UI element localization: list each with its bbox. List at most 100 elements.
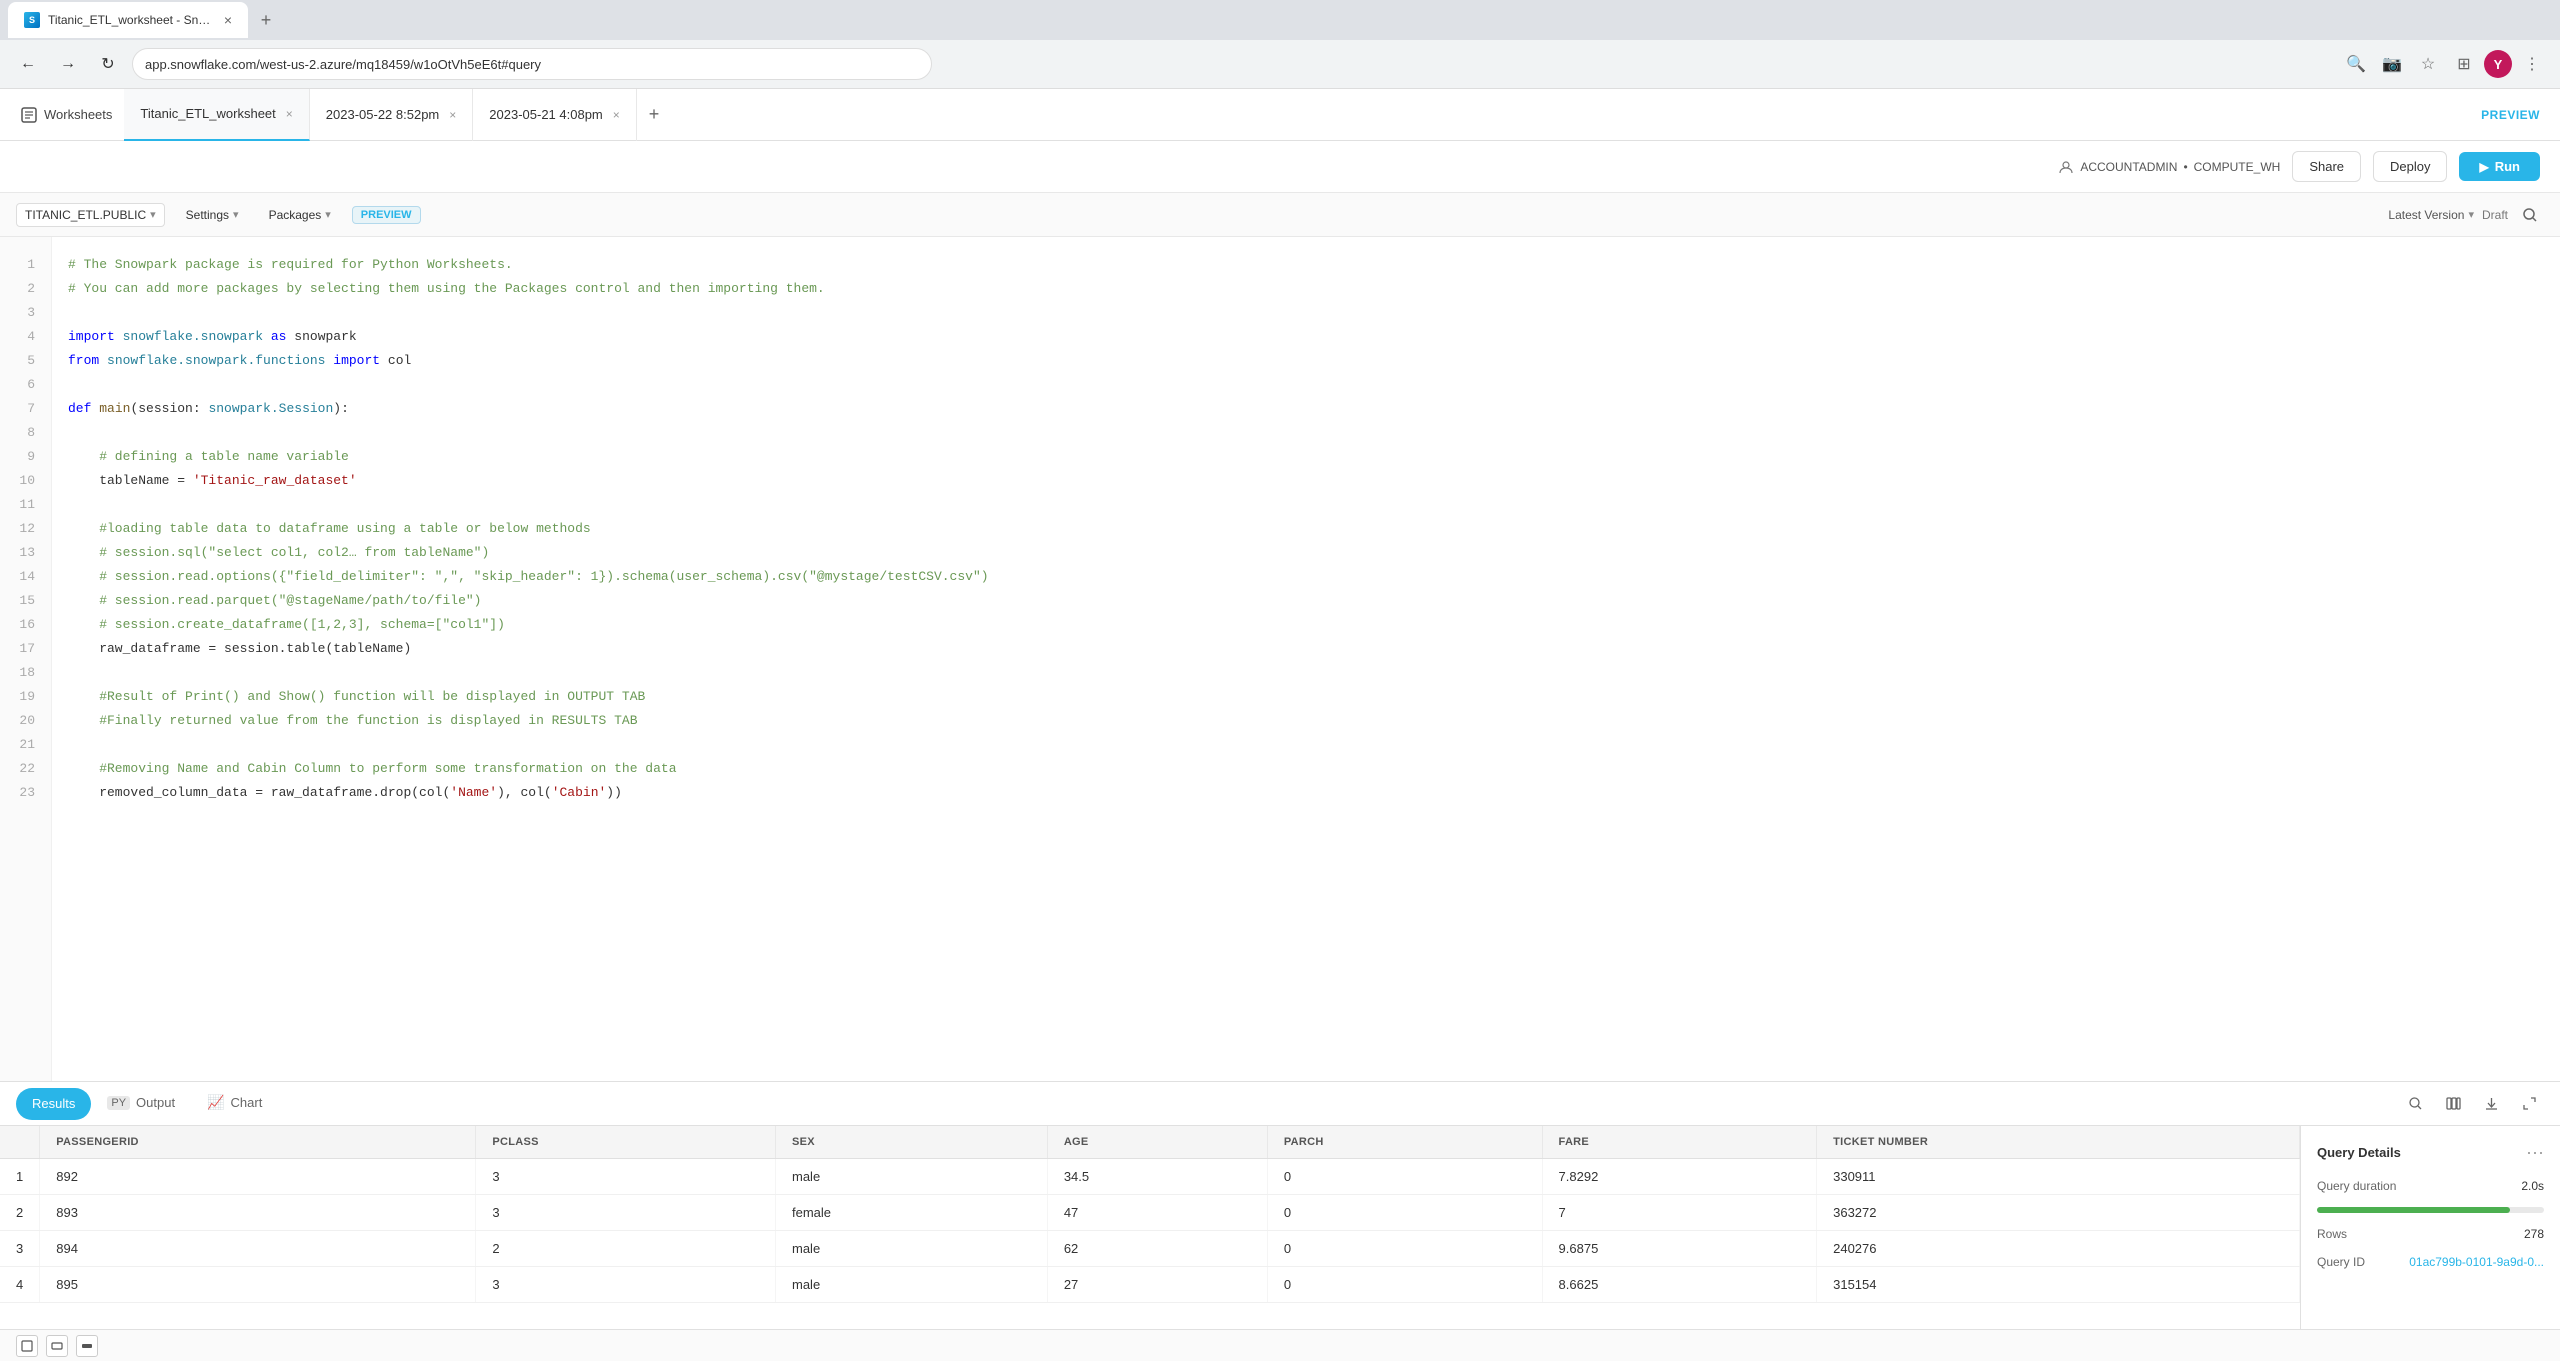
tab-title: Titanic_ETL_worksheet - Snowfla... <box>48 13 216 27</box>
packages-selector[interactable]: Packages ▾ <box>260 203 340 227</box>
worksheet-tab-2[interactable]: 2023-05-22 8:52pm × <box>310 89 474 141</box>
browser-actions: 🔍 📷 ☆ ⊞ Y ⋮ <box>2340 48 2548 80</box>
worksheet-tab-2-label: 2023-05-22 8:52pm <box>326 107 439 122</box>
run-icon: ▶ <box>2479 160 2488 174</box>
code-line-4: import snowflake.snowpark as snowpark <box>68 325 2544 349</box>
cell-sex-4: male <box>776 1267 1048 1303</box>
cell-passengerid-2: 893 <box>40 1195 476 1231</box>
tab-close-icon[interactable]: × <box>224 12 232 28</box>
worksheet-tabs: Titanic_ETL_worksheet × 2023-05-22 8:52p… <box>124 89 2481 141</box>
worksheet-tab-3-close[interactable]: × <box>613 108 620 122</box>
tab-results[interactable]: Results <box>16 1088 91 1120</box>
forward-button[interactable]: → <box>52 48 84 80</box>
cell-parch-3: 0 <box>1267 1231 1542 1267</box>
cell-passengerid-4: 895 <box>40 1267 476 1303</box>
results-tabs: Results PY Output 📈 Chart <box>0 1082 2560 1126</box>
worksheet-tab-1-close[interactable]: × <box>286 107 293 121</box>
extensions-icon[interactable]: ⊞ <box>2448 48 2480 80</box>
output-icon: PY <box>107 1096 130 1110</box>
data-table-wrapper[interactable]: PASSENGERID PCLASS SEX AGE PARCH FARE TI… <box>0 1126 2300 1329</box>
settings-text: Settings <box>186 208 229 222</box>
cell-parch-1: 0 <box>1267 1159 1542 1195</box>
role-info: ACCOUNTADMIN • COMPUTE_WH <box>2058 159 2280 175</box>
results-actions <box>2400 1089 2544 1119</box>
search-icon[interactable]: 🔍 <box>2340 48 2372 80</box>
code-line-7: def main(session: snowpark.Session): <box>68 397 2544 421</box>
query-details-header: Query Details ··· <box>2317 1142 2544 1163</box>
col-age[interactable]: AGE <box>1047 1126 1267 1159</box>
code-line-19: #Result of Print() and Show() function w… <box>68 685 2544 709</box>
packages-chevron: ▾ <box>325 208 331 221</box>
query-details-menu[interactable]: ··· <box>2526 1142 2544 1163</box>
col-fare[interactable]: FARE <box>1542 1126 1817 1159</box>
row-num-1: 1 <box>0 1159 40 1195</box>
cell-ticket-1: 330911 <box>1817 1159 2300 1195</box>
cell-fare-4: 8.6625 <box>1542 1267 1817 1303</box>
code-line-21 <box>68 733 2544 757</box>
worksheets-icon <box>20 106 38 124</box>
settings-selector[interactable]: Settings ▾ <box>177 203 248 227</box>
version-dropdown[interactable]: Latest Version ▾ <box>2388 208 2474 222</box>
column-picker-button[interactable] <box>2438 1089 2468 1119</box>
editor-search-button[interactable] <box>2516 201 2544 229</box>
user-avatar[interactable]: Y <box>2484 50 2512 78</box>
download-button[interactable] <box>2476 1089 2506 1119</box>
tab-output[interactable]: PY Output <box>91 1082 191 1126</box>
cell-ticket-3: 240276 <box>1817 1231 2300 1267</box>
expand-button[interactable] <box>2514 1089 2544 1119</box>
role-icon <box>2058 159 2074 175</box>
add-tab-button[interactable]: + <box>637 96 672 133</box>
back-button[interactable]: ← <box>12 48 44 80</box>
line-numbers: 12345 678910 1112131415 1617181920 21222… <box>0 237 52 1081</box>
code-line-9: # defining a table name variable <box>68 445 2544 469</box>
cell-pclass-2: 3 <box>476 1195 776 1231</box>
results-table: PASSENGERID PCLASS SEX AGE PARCH FARE TI… <box>0 1126 2300 1303</box>
bottom-btn-3[interactable] <box>76 1335 98 1357</box>
query-id-link[interactable]: 01ac799b-0101-9a9d-0... <box>2409 1255 2544 1269</box>
code-line-1: # The Snowpark package is required for P… <box>68 253 2544 277</box>
table-row: 3 894 2 male 62 0 9.6875 240276 <box>0 1231 2300 1267</box>
deploy-button[interactable]: Deploy <box>2373 151 2447 182</box>
col-sex[interactable]: SEX <box>776 1126 1048 1159</box>
worksheet-tab-3[interactable]: 2023-05-21 4:08pm × <box>473 89 637 141</box>
table-header-row: PASSENGERID PCLASS SEX AGE PARCH FARE TI… <box>0 1126 2300 1159</box>
col-ticket[interactable]: TICKET NUMBER <box>1817 1126 2300 1159</box>
bookmark-icon[interactable]: ☆ <box>2412 48 2444 80</box>
active-tab[interactable]: S Titanic_ETL_worksheet - Snowfla... × <box>8 2 248 38</box>
query-duration-bar <box>2317 1207 2544 1213</box>
cell-pclass-3: 2 <box>476 1231 776 1267</box>
bottom-btn-1[interactable] <box>16 1335 38 1357</box>
code-line-6 <box>68 373 2544 397</box>
cell-age-2: 47 <box>1047 1195 1267 1231</box>
code-content[interactable]: # The Snowpark package is required for P… <box>52 237 2560 1081</box>
worksheets-button[interactable]: Worksheets <box>8 100 124 130</box>
worksheet-tab-2-close[interactable]: × <box>449 108 456 122</box>
worksheet-tab-1[interactable]: Titanic_ETL_worksheet × <box>124 89 309 141</box>
col-parch[interactable]: PARCH <box>1267 1126 1542 1159</box>
table-search-button[interactable] <box>2400 1089 2430 1119</box>
refresh-button[interactable]: ↻ <box>92 48 124 80</box>
output-tab-label: Output <box>136 1095 175 1110</box>
col-passengerid[interactable]: PASSENGERID <box>40 1126 476 1159</box>
screenshot-icon[interactable]: 📷 <box>2376 48 2408 80</box>
run-button[interactable]: ▶ Run <box>2459 152 2540 181</box>
query-duration-bar-bg <box>2317 1207 2544 1213</box>
tab-chart[interactable]: 📈 Chart <box>191 1082 278 1126</box>
schema-selector[interactable]: TITANIC_ETL.PUBLIC ▾ <box>16 203 165 227</box>
new-tab-button[interactable]: + <box>252 6 280 34</box>
query-duration-row: Query duration 2.0s <box>2317 1179 2544 1193</box>
query-rows-value: 278 <box>2524 1227 2544 1241</box>
share-button[interactable]: Share <box>2292 151 2361 182</box>
bottom-btn-2[interactable] <box>46 1335 68 1357</box>
url-bar[interactable]: app.snowflake.com/west-us-2.azure/mq1845… <box>132 48 932 80</box>
col-pclass[interactable]: PCLASS <box>476 1126 776 1159</box>
worksheets-label: Worksheets <box>44 107 112 122</box>
cell-sex-3: male <box>776 1231 1048 1267</box>
worksheet-tab-3-label: 2023-05-21 4:08pm <box>489 107 602 122</box>
menu-icon[interactable]: ⋮ <box>2516 48 2548 80</box>
query-details-panel: Query Details ··· Query duration 2.0s Ro… <box>2300 1126 2560 1329</box>
code-editor[interactable]: 12345 678910 1112131415 1617181920 21222… <box>0 237 2560 1081</box>
tab-favicon: S <box>24 12 40 28</box>
packages-text: Packages <box>269 208 322 222</box>
code-line-10: tableName = 'Titanic_raw_dataset' <box>68 469 2544 493</box>
